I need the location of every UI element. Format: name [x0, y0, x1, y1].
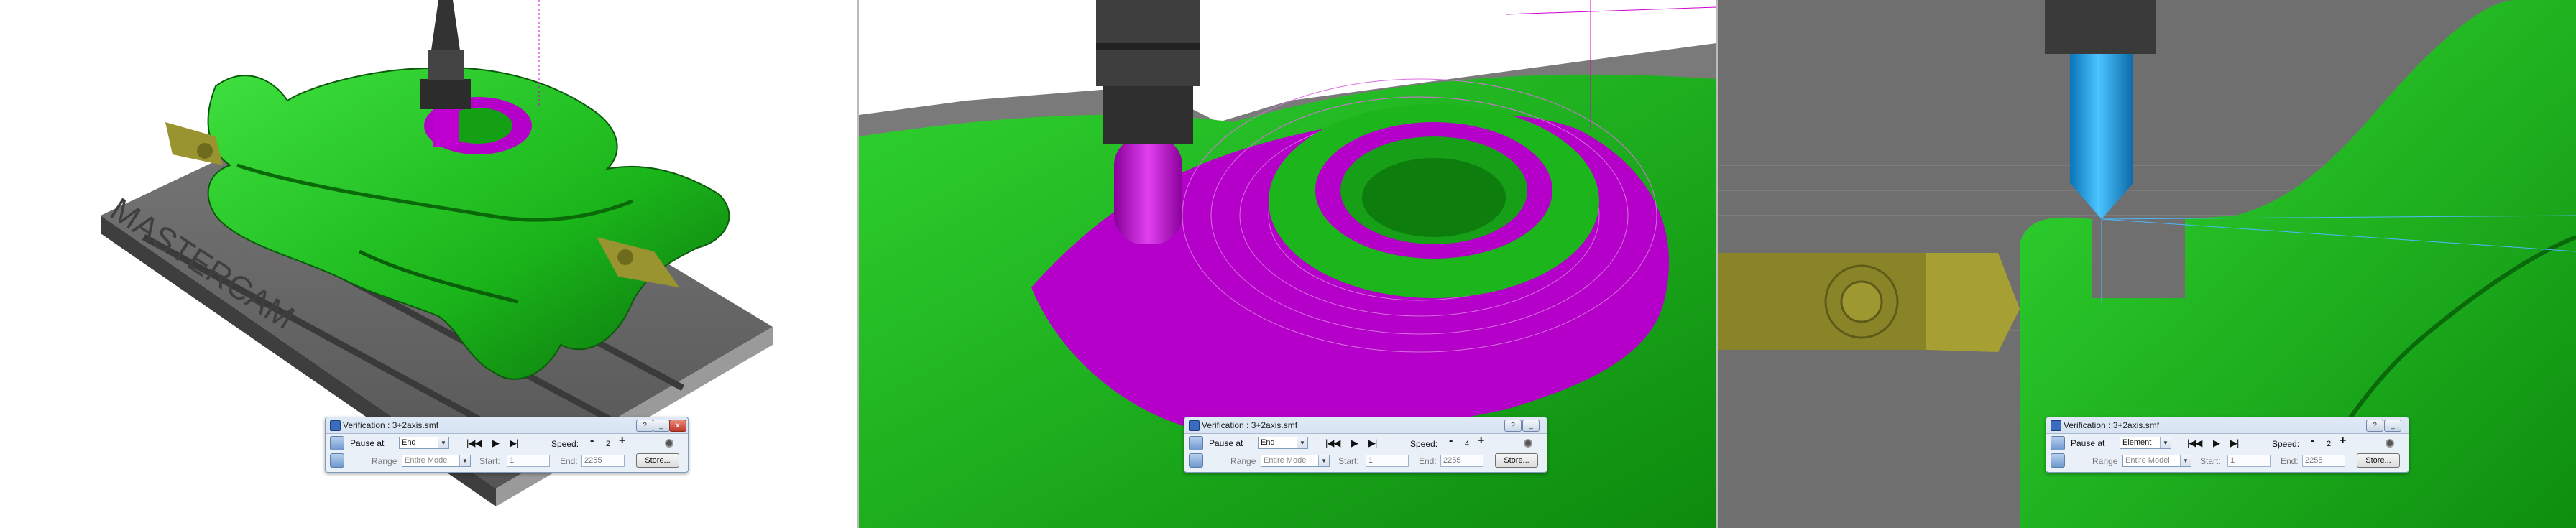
minimize-button[interactable]: _ — [1522, 420, 1540, 432]
start-input[interactable]: 1 — [507, 455, 550, 467]
dialog-title-bar[interactable]: Verification : 3+2axis.smf ? _ — [1184, 417, 1547, 433]
rewind-button[interactable]: |◀◀ — [1325, 437, 1340, 449]
minimize-button[interactable]: _ — [2384, 420, 2401, 432]
pause-at-select[interactable]: End ▼ — [399, 437, 449, 449]
range-select[interactable]: Entire Model ▼ — [2122, 455, 2191, 467]
clamp — [1718, 253, 2020, 352]
pause-at-label: Pause at — [350, 438, 385, 448]
start-label: Start: — [479, 456, 500, 466]
step-to-end-button[interactable]: ▶| — [2230, 437, 2239, 449]
rewind-button[interactable]: |◀◀ — [2187, 437, 2202, 449]
range-label: Range — [2092, 456, 2118, 466]
verify-mode-icon[interactable] — [2051, 436, 2065, 450]
end-label: End: — [2281, 456, 2299, 466]
end-label: End: — [1419, 456, 1437, 466]
speed-value: 2 — [606, 440, 611, 448]
pause-at-select[interactable]: Element ▼ — [2120, 437, 2171, 449]
verification-dialog[interactable]: Verification : 3+2axis.smf ? _ Pause at … — [2046, 417, 2409, 473]
end-label: End: — [560, 456, 578, 466]
chevron-down-icon: ▼ — [2180, 455, 2191, 466]
start-label: Start: — [2200, 456, 2221, 466]
speed-value: 2 — [2327, 440, 2332, 448]
play-button[interactable]: ▶ — [1351, 437, 1358, 449]
step-to-end-button[interactable]: ▶| — [1368, 437, 1377, 449]
help-button[interactable]: ? — [636, 420, 653, 432]
verification-dialog[interactable]: Verification : 3+2axis.smf ? _ x Pause a… — [325, 417, 689, 473]
minimize-button[interactable]: _ — [653, 420, 670, 432]
dialog-title-bar[interactable]: Verification : 3+2axis.smf ? _ x — [326, 417, 688, 433]
speed-value: 4 — [1465, 440, 1470, 448]
dialog-title-bar[interactable]: Verification : 3+2axis.smf ? _ — [2046, 417, 2409, 433]
verification-app-icon — [330, 420, 341, 431]
help-button[interactable]: ? — [2366, 420, 2383, 432]
verification-app-icon — [1189, 420, 1200, 431]
viewport-tool-detail[interactable]: Verification : 3+2axis.smf ? _ Pause at … — [1718, 0, 2576, 528]
speed-increase-button[interactable]: + — [1478, 435, 1484, 448]
step-to-end-button[interactable]: ▶| — [510, 437, 518, 449]
verify-mode-icon[interactable] — [330, 436, 344, 450]
range-select[interactable]: Entire Model ▼ — [1261, 455, 1330, 467]
pause-at-select[interactable]: End ▼ — [1258, 437, 1308, 449]
start-label: Start: — [1338, 456, 1359, 466]
range-label: Range — [372, 456, 397, 466]
speed-decrease-button[interactable]: - — [2311, 435, 2314, 448]
speed-label: Speed: — [2272, 439, 2300, 449]
store-button[interactable]: Store... — [2357, 453, 2400, 468]
verification-dialog[interactable]: Verification : 3+2axis.smf ? _ Pause at … — [1184, 417, 1547, 473]
speed-label: Speed: — [551, 439, 579, 449]
dialog-title: Verification : 3+2axis.smf — [2064, 420, 2160, 430]
speed-increase-button[interactable]: + — [619, 435, 625, 448]
end-input[interactable]: 2255 — [2302, 455, 2345, 467]
store-button[interactable]: Store... — [636, 453, 679, 468]
help-button[interactable]: ? — [1504, 420, 1522, 432]
verify-options-icon[interactable] — [1189, 453, 1203, 468]
start-input[interactable]: 1 — [1366, 455, 1409, 467]
rewind-button[interactable]: |◀◀ — [466, 437, 482, 449]
verify-mode-icon[interactable] — [1189, 436, 1203, 450]
store-button[interactable]: Store... — [1495, 453, 1538, 468]
end-input[interactable]: 2255 — [581, 455, 625, 467]
dialog-title: Verification : 3+2axis.smf — [1202, 420, 1298, 430]
chevron-down-icon: ▼ — [459, 455, 470, 466]
dialog-title: Verification : 3+2axis.smf — [343, 420, 439, 430]
play-button[interactable]: ▶ — [492, 437, 500, 449]
speed-increase-button[interactable]: + — [2340, 435, 2346, 448]
play-button[interactable]: ▶ — [2213, 437, 2220, 449]
viewport-machine-overview[interactable]: MASTERCAM Verification: 3+2axis.smf ? _… — [0, 0, 859, 528]
speed-label: Speed: — [1410, 439, 1438, 449]
verify-options-icon[interactable] — [330, 453, 344, 468]
range-select[interactable]: Entire Model ▼ — [402, 455, 471, 467]
verify-options-icon[interactable] — [2051, 453, 2065, 468]
speed-decrease-button[interactable]: - — [590, 435, 594, 448]
pause-at-label: Pause at — [1209, 438, 1243, 448]
speed-decrease-button[interactable]: - — [1449, 435, 1453, 448]
chevron-down-icon: ▼ — [438, 437, 448, 448]
settings-gear-icon[interactable] — [665, 439, 673, 448]
verification-app-icon — [2051, 420, 2061, 431]
settings-gear-icon[interactable] — [2386, 439, 2394, 448]
close-button[interactable]: x — [669, 420, 686, 432]
start-input[interactable]: 1 — [2227, 455, 2271, 467]
pause-at-label: Pause at — [2071, 438, 2105, 448]
viewport-closeup[interactable]: Verification : 3+2axis.smf ? _ Pause at … — [859, 0, 1718, 528]
end-input[interactable]: 2255 — [1440, 455, 1484, 467]
settings-gear-icon[interactable] — [1524, 439, 1532, 448]
chevron-down-icon: ▼ — [1297, 437, 1307, 448]
range-label: Range — [1230, 456, 1256, 466]
chevron-down-icon: ▼ — [2160, 437, 2171, 448]
chevron-down-icon: ▼ — [1318, 455, 1329, 466]
